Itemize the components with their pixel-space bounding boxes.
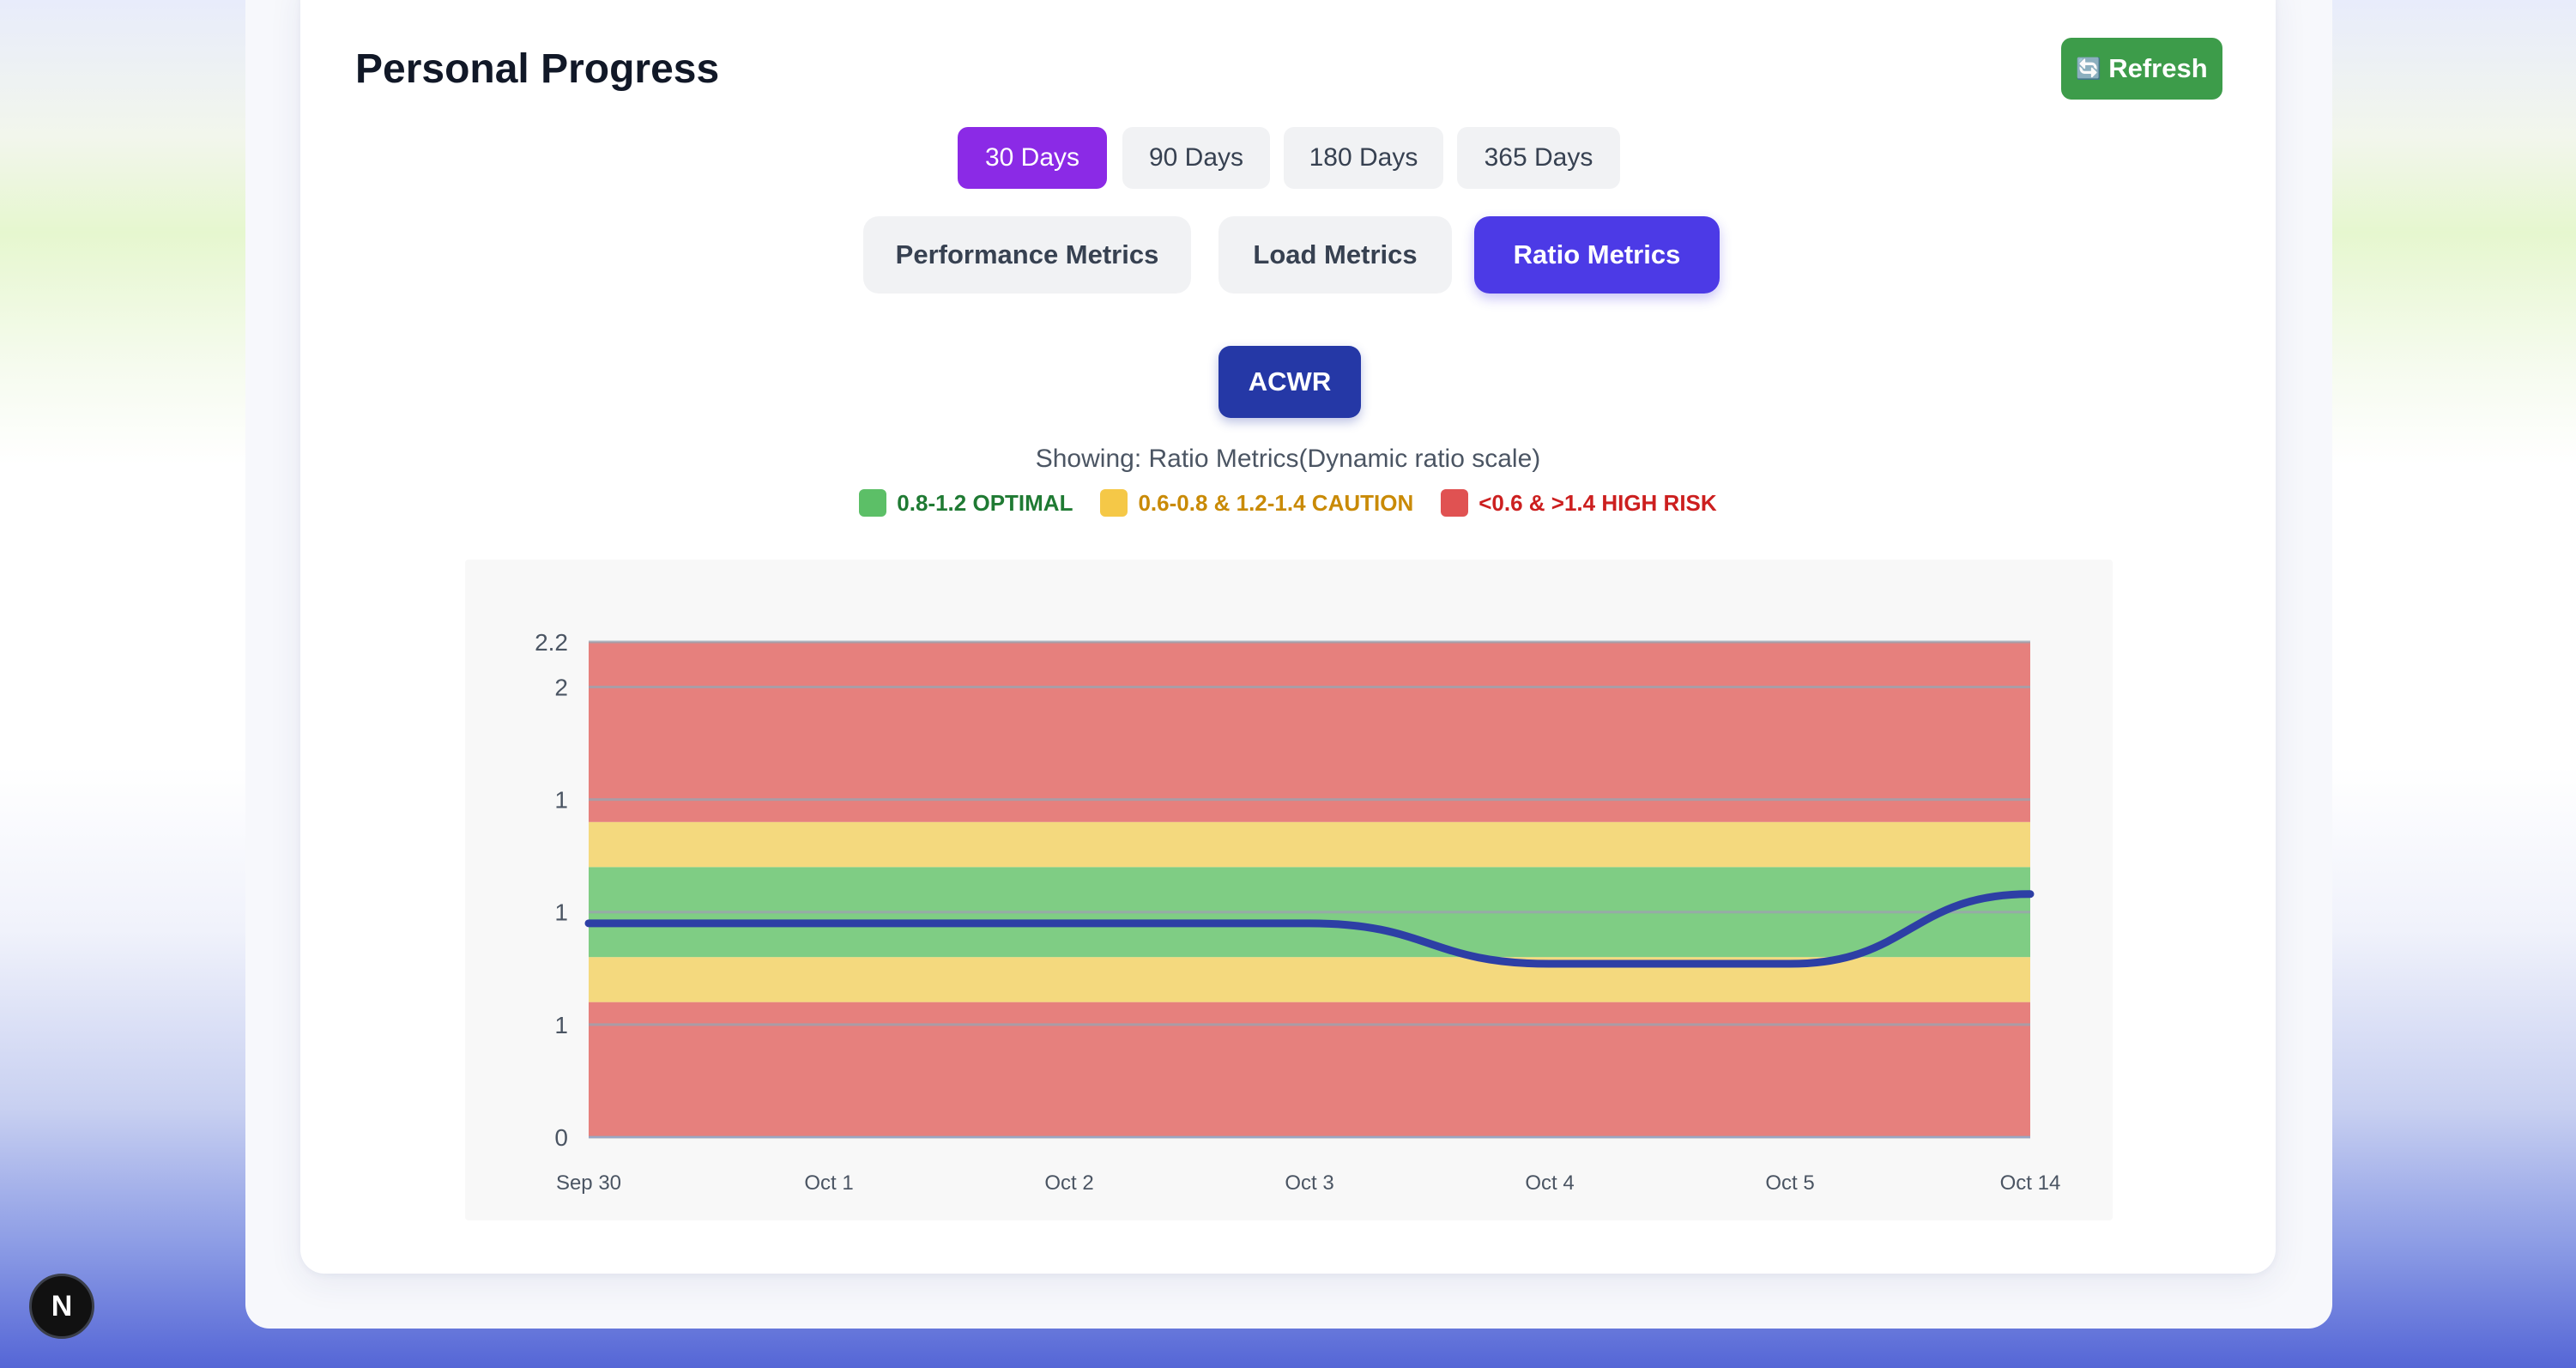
zone-band-high-risk (589, 642, 2030, 822)
y-tick-label: 1 (554, 899, 568, 926)
tab-performance-metrics[interactable]: Performance Metrics (863, 216, 1191, 294)
x-tick-label: Sep 30 (556, 1171, 621, 1195)
acwr-chart: 0 1 1 1 2 2.2 Sep 30 Oct 1 Oct 2 Oct 3 Oct 4 Oct 5 O… (465, 560, 2113, 1220)
range-90-days-button[interactable]: 90 Days (1122, 127, 1270, 189)
legend-swatch-caution (1100, 489, 1128, 517)
legend-item-caution: 0.6-0.8 & 1.2-1.4 CAUTION (1100, 489, 1413, 517)
legend-label-caution: 0.6-0.8 & 1.2-1.4 CAUTION (1138, 489, 1414, 516)
y-tick-label: 1 (554, 787, 568, 814)
legend-label-high-risk: <0.6 & >1.4 HIGH RISK (1478, 489, 1717, 516)
legend-label-optimal: 0.8-1.2 OPTIMAL (897, 489, 1073, 516)
framework-badge[interactable]: N (29, 1274, 94, 1339)
y-tick-label: 2 (554, 674, 568, 700)
x-tick-label: Oct 2 (1044, 1171, 1093, 1195)
tab-ratio-metrics[interactable]: Ratio Metrics (1474, 216, 1720, 294)
refresh-button[interactable]: 🔄 Refresh (2061, 38, 2222, 100)
legend-swatch-optimal (859, 489, 887, 517)
legend-item-high-risk: <0.6 & >1.4 HIGH RISK (1441, 489, 1717, 517)
range-180-days-button[interactable]: 180 Days (1284, 127, 1443, 189)
refresh-icon: 🔄 (2076, 57, 2102, 81)
x-tick-label: Oct 14 (2000, 1171, 2061, 1195)
showing-caption: Showing: Ratio Metrics(Dynamic ratio sca… (1035, 445, 1541, 473)
zone-band-caution (589, 821, 2030, 868)
y-tick-label: 0 (554, 1124, 568, 1151)
legend-swatch-high-risk (1441, 489, 1469, 517)
range-30-days-button[interactable]: 30 Days (958, 127, 1107, 189)
page-title: Personal Progress (355, 46, 720, 92)
x-tick-label: Oct 5 (1765, 1171, 1814, 1195)
refresh-label: Refresh (2108, 53, 2208, 83)
range-365-days-button[interactable]: 365 Days (1457, 127, 1620, 189)
zone-band-high-risk (589, 1002, 2030, 1137)
chart-legend: 0.8-1.2 OPTIMAL 0.6-0.8 & 1.2-1.4 CAUTIO… (0, 489, 2576, 517)
legend-item-optimal: 0.8-1.2 OPTIMAL (859, 489, 1073, 517)
x-tick-label: Oct 4 (1525, 1171, 1574, 1195)
tab-load-metrics[interactable]: Load Metrics (1218, 216, 1452, 294)
y-tick-label: 2.2 (535, 629, 568, 656)
y-tick-label: 1 (554, 1012, 568, 1038)
acwr-button[interactable]: ACWR (1218, 346, 1361, 418)
x-tick-label: Oct 1 (804, 1171, 853, 1195)
chart-svg: 0 1 1 1 2 2.2 Sep 30 Oct 1 Oct 2 Oct 3 Oct 4 Oct 5 O… (535, 629, 2061, 1195)
x-tick-label: Oct 3 (1285, 1171, 1333, 1195)
